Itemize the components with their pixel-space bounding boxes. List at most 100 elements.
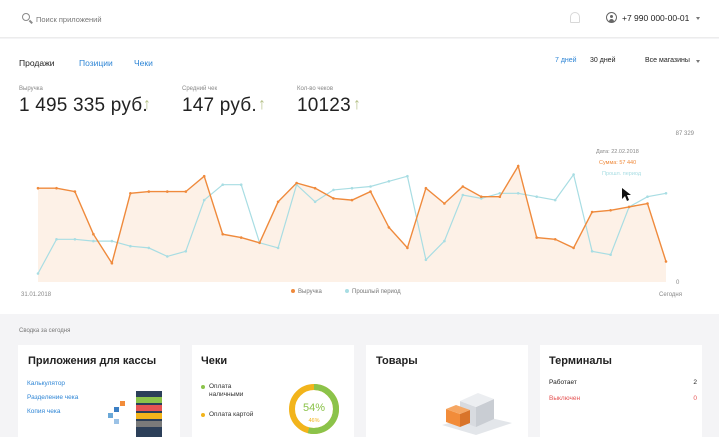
revenue-point[interactable] (498, 195, 502, 198)
payment-cash: Оплата наличными (201, 383, 261, 399)
previous-period-point[interactable] (36, 272, 40, 275)
app-link-split-check[interactable]: Разделение чека (27, 394, 78, 401)
donut-percent-sub: 46% (308, 418, 319, 424)
legend-revenue[interactable]: Выручка (291, 289, 322, 295)
previous-period-point[interactable] (406, 174, 409, 178)
revenue-point[interactable] (609, 209, 612, 212)
revenue-point[interactable] (369, 190, 372, 193)
revenue-point[interactable] (387, 226, 391, 229)
revenue-point[interactable] (55, 186, 58, 190)
sales-chart[interactable]: 87 329 0 31.01.2018 Сегодня Дата: 22.02.… (0, 39, 719, 314)
previous-period-point[interactable] (664, 192, 668, 195)
app-link-calculator[interactable]: Калькулятор (27, 380, 65, 387)
revenue-point[interactable] (184, 190, 188, 193)
notification-bell-icon[interactable] (570, 12, 580, 23)
terminals-card[interactable]: Терминалы Работает 2 Выключен 0 (540, 345, 702, 437)
y-min-label: 0 (676, 280, 680, 286)
payment-donut-chart: 54% 46% (289, 384, 339, 434)
revenue-point[interactable] (443, 202, 446, 205)
terminals-off-row: Выключен 0 (549, 395, 697, 402)
search-icon[interactable] (22, 13, 30, 21)
previous-period-point[interactable] (147, 246, 151, 250)
previous-period-point[interactable] (239, 183, 243, 186)
chevron-down-icon[interactable] (696, 17, 700, 20)
payment-card: Оплата картой (201, 411, 261, 419)
revenue-point[interactable] (258, 241, 261, 245)
revenue-point[interactable] (516, 164, 520, 168)
revenue-point[interactable] (480, 195, 483, 198)
goods-card[interactable]: Товары (366, 345, 528, 437)
previous-period-point[interactable] (202, 198, 206, 202)
checks-card-title: Чеки (201, 355, 228, 367)
revenue-point[interactable] (664, 260, 668, 263)
boxes-illustration-icon (442, 393, 512, 435)
previous-period-point[interactable] (73, 238, 77, 241)
user-avatar-icon[interactable] (606, 12, 617, 23)
apps-card[interactable]: Приложения для кассы Калькулятор Разделе… (18, 345, 180, 437)
app-link-check-copy[interactable]: Копия чека (27, 408, 60, 415)
goods-card-title: Товары (376, 355, 418, 367)
previous-period-point[interactable] (553, 198, 557, 202)
terminals-working-row: Работает 2 (549, 379, 697, 386)
top-bar: +7 990 000-00-01 (0, 0, 719, 38)
previous-period-point[interactable] (461, 193, 465, 197)
previous-period-point[interactable] (369, 185, 372, 188)
previous-period-point[interactable] (332, 188, 335, 192)
previous-period-point[interactable] (443, 239, 446, 243)
mouse-cursor-icon (622, 188, 631, 201)
previous-period-point[interactable] (535, 195, 538, 198)
revenue-point[interactable] (646, 202, 649, 205)
revenue-point[interactable] (295, 181, 298, 185)
revenue-point[interactable] (535, 236, 538, 239)
revenue-point[interactable] (313, 186, 317, 190)
revenue-point[interactable] (110, 261, 114, 265)
revenue-point[interactable] (332, 197, 335, 200)
revenue-point[interactable] (424, 186, 428, 190)
checks-card[interactable]: Чеки Оплата наличными Оплата картой 54% … (192, 345, 354, 437)
revenue-area (38, 166, 666, 282)
previous-period-point[interactable] (350, 186, 354, 190)
previous-period-point[interactable] (516, 192, 520, 195)
previous-period-point[interactable] (387, 180, 391, 183)
search-input[interactable] (36, 11, 236, 27)
revenue-point[interactable] (73, 190, 77, 193)
tooltip-sum: Сумма: 57 440 (599, 160, 636, 166)
terminals-card-title: Терминалы (549, 355, 612, 367)
revenue-point[interactable] (36, 186, 40, 190)
previous-period-point[interactable] (646, 195, 649, 198)
previous-period-point[interactable] (609, 253, 612, 256)
previous-period-point[interactable] (184, 250, 188, 253)
revenue-point[interactable] (406, 246, 409, 250)
revenue-point[interactable] (350, 198, 354, 202)
legend-previous-period[interactable]: Прошлый период (345, 289, 401, 295)
revenue-point[interactable] (147, 190, 151, 193)
previous-period-point[interactable] (424, 258, 428, 262)
previous-period-point[interactable] (92, 239, 95, 243)
revenue-point[interactable] (461, 185, 465, 188)
apps-card-title: Приложения для кассы (28, 355, 157, 367)
previous-period-point[interactable] (590, 250, 594, 253)
previous-period-point[interactable] (110, 239, 114, 243)
revenue-point[interactable] (590, 210, 594, 214)
revenue-point[interactable] (572, 246, 575, 250)
previous-period-point[interactable] (55, 238, 58, 241)
account-phone[interactable]: +7 990 000-00-01 (622, 13, 689, 23)
revenue-point[interactable] (166, 190, 169, 193)
previous-period-point[interactable] (221, 183, 224, 186)
revenue-point[interactable] (129, 192, 132, 195)
previous-period-point[interactable] (572, 173, 575, 176)
revenue-point[interactable] (276, 200, 280, 204)
revenue-point[interactable] (627, 205, 631, 209)
revenue-point[interactable] (202, 174, 206, 178)
revenue-point[interactable] (92, 232, 95, 236)
previous-period-point[interactable] (129, 244, 132, 248)
previous-period-point[interactable] (313, 200, 317, 204)
summary-label: Сводка за сегодня (19, 328, 71, 334)
cash-dot-icon (201, 385, 205, 389)
tooltip-date: Дата: 22.02.2018 (596, 149, 639, 155)
revenue-point[interactable] (553, 238, 557, 241)
previous-period-point[interactable] (276, 246, 280, 250)
previous-period-point[interactable] (166, 255, 169, 258)
revenue-point[interactable] (239, 236, 243, 239)
revenue-point[interactable] (221, 232, 224, 236)
